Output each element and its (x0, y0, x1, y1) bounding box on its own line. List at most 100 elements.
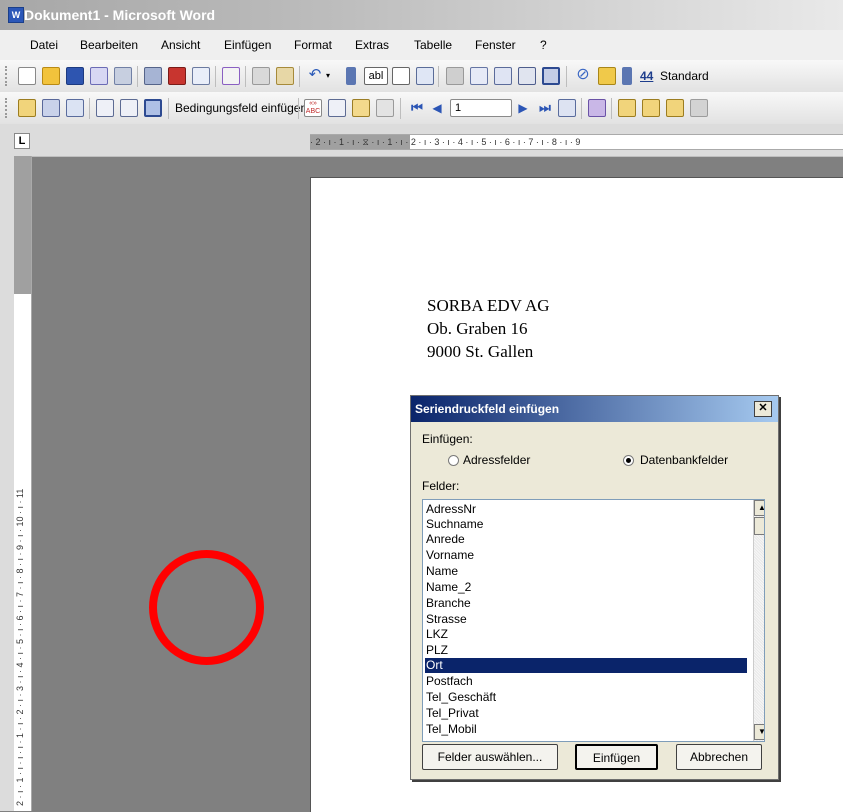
protect-form-icon[interactable] (598, 67, 616, 85)
style-box[interactable]: Standard (660, 69, 709, 83)
previous-record-icon[interactable]: ◀ (428, 99, 446, 117)
paste-icon[interactable] (276, 67, 294, 85)
save-icon[interactable] (66, 67, 84, 85)
cancel-button[interactable]: Abbrechen (676, 744, 762, 770)
radio-database-fields[interactable] (623, 455, 634, 466)
permission-icon[interactable] (90, 67, 108, 85)
propagate-labels-icon[interactable] (376, 99, 394, 117)
scroll-down-icon[interactable]: ▼ (754, 724, 764, 740)
highlight-fields-icon[interactable] (328, 99, 346, 117)
address-line-street: Ob. Graben 16 (427, 319, 528, 338)
styles-icon[interactable]: 44 (640, 67, 658, 85)
merge-to-new-document-icon[interactable] (618, 99, 636, 117)
menu-datei[interactable]: Datei (30, 38, 58, 52)
text-field-icon[interactable]: abl (364, 67, 388, 85)
list-item[interactable]: Vorname (425, 548, 747, 563)
list-item[interactable]: Postfach (425, 674, 747, 689)
insert-merge-field-dialog: Seriendruckfeld einfügen ✕ Einfügen: Adr… (410, 395, 779, 780)
list-item[interactable]: Tel_Geschäft (425, 690, 747, 705)
address-line-company: SORBA EDV AG (427, 296, 550, 315)
undo-icon[interactable]: ↶ (306, 67, 324, 85)
toolbar-separator (89, 98, 90, 119)
checkbox-field-icon[interactable] (392, 67, 410, 85)
menu-extras[interactable]: Extras (355, 38, 389, 52)
email-icon[interactable] (114, 67, 132, 85)
print-preview-icon[interactable] (192, 67, 210, 85)
next-record-icon[interactable]: ▶ (514, 99, 532, 117)
merge-to-email-icon[interactable] (666, 99, 684, 117)
record-number-input[interactable]: 1 (450, 99, 512, 117)
check-errors-icon[interactable] (588, 99, 606, 117)
list-item-selected[interactable]: Ort (425, 658, 747, 673)
copy-icon[interactable] (252, 67, 270, 85)
undo-dropdown-icon[interactable]: ▾ (326, 67, 336, 85)
word-app-icon[interactable]: W (8, 7, 24, 23)
last-record-icon[interactable]: ⏭ (536, 99, 554, 117)
field-options-icon[interactable] (446, 67, 464, 85)
reset-fields-icon[interactable]: ⊘ (574, 67, 592, 85)
insert-merge-fields-icon[interactable] (144, 99, 162, 117)
new-document-icon[interactable] (18, 67, 36, 85)
scroll-up-icon[interactable]: ▲ (754, 500, 764, 516)
horizontal-ruler[interactable]: · 2 · ı · 1 · ı · ⧖ · ı · 1 · ı · 2 · ı … (310, 134, 843, 150)
radio-address-label[interactable]: Adressfelder (463, 453, 530, 467)
list-item[interactable]: Suchname (425, 517, 747, 532)
scroll-thumb[interactable] (754, 517, 764, 535)
form-shading-icon[interactable] (542, 67, 560, 85)
recipients-icon[interactable] (66, 99, 84, 117)
insert-button[interactable]: Einfügen (575, 744, 658, 770)
menu-format[interactable]: Format (294, 38, 332, 52)
merge-to-printer-icon[interactable] (642, 99, 660, 117)
draw-table-icon[interactable] (470, 67, 488, 85)
tab-selector-icon[interactable]: L (14, 133, 30, 149)
menu-fenster[interactable]: Fenster (475, 38, 516, 52)
match-fields-icon[interactable] (352, 99, 370, 117)
list-item[interactable]: AdressNr (425, 502, 747, 517)
merge-to-fax-icon[interactable] (690, 99, 708, 117)
list-item[interactable]: LKZ (425, 627, 747, 642)
list-item[interactable]: Tel_Privat (425, 706, 747, 721)
main-document-setup-icon[interactable] (18, 99, 36, 117)
spelling-icon[interactable] (222, 67, 240, 85)
menu-help[interactable]: ? (540, 38, 547, 52)
list-item[interactable]: Name_2 (425, 580, 747, 595)
toolbar-overflow-icon[interactable] (622, 67, 632, 85)
address-block-icon[interactable] (96, 99, 114, 117)
radio-address-fields[interactable] (448, 455, 459, 466)
select-fields-button[interactable]: Felder auswählen... (422, 744, 558, 770)
fields-scrollbar[interactable]: ▲ ▼ (753, 500, 764, 741)
menu-ansicht[interactable]: Ansicht (161, 38, 200, 52)
find-entry-icon[interactable] (558, 99, 576, 117)
menu-einfuegen[interactable]: Einfügen (224, 38, 271, 52)
dialog-title: Seriendruckfeld einfügen (415, 402, 560, 416)
dialog-title-bar[interactable]: Seriendruckfeld einfügen ✕ (411, 396, 778, 422)
fields-listbox[interactable]: AdressNr Suchname Anrede Vorname Name Na… (422, 499, 765, 742)
research-icon[interactable] (168, 67, 186, 85)
list-item[interactable]: Branche (425, 596, 747, 611)
list-item[interactable]: Anrede (425, 532, 747, 547)
view-merged-data-icon[interactable]: «» ABC (304, 99, 322, 117)
toolbar-grip[interactable] (5, 66, 10, 86)
insert-word-field-button[interactable]: Bedingungsfeld einfügen ▾ (175, 101, 316, 115)
insert-frame-icon[interactable] (518, 67, 536, 85)
vertical-ruler[interactable]: 2 · ı · 1 · ı · ı · ı · 1 · ı · 2 · ı · … (14, 156, 32, 811)
open-folder-icon[interactable] (42, 67, 60, 85)
toolbar-grip[interactable] (5, 98, 10, 118)
first-record-icon[interactable]: ⏮ (408, 99, 426, 117)
list-item[interactable]: Tel_Mobil (425, 722, 747, 737)
toolbar-separator (566, 66, 567, 87)
menu-tabelle[interactable]: Tabelle (414, 38, 452, 52)
print-icon[interactable] (144, 67, 162, 85)
close-icon[interactable]: ✕ (754, 401, 772, 417)
menu-bearbeiten[interactable]: Bearbeiten (80, 38, 138, 52)
dropdown-field-icon[interactable] (416, 67, 434, 85)
toolbar-overflow-icon[interactable] (346, 67, 356, 85)
insert-table-icon[interactable] (494, 67, 512, 85)
greeting-line-icon[interactable] (120, 99, 138, 117)
list-item[interactable]: PLZ (425, 643, 747, 658)
list-item[interactable]: Strasse (425, 612, 747, 627)
open-data-source-icon[interactable] (42, 99, 60, 117)
radio-database-label[interactable]: Datenbankfelder (640, 453, 728, 467)
title-bar: W Dokument1 - Microsoft Word (0, 0, 843, 30)
list-item[interactable]: Name (425, 564, 747, 579)
